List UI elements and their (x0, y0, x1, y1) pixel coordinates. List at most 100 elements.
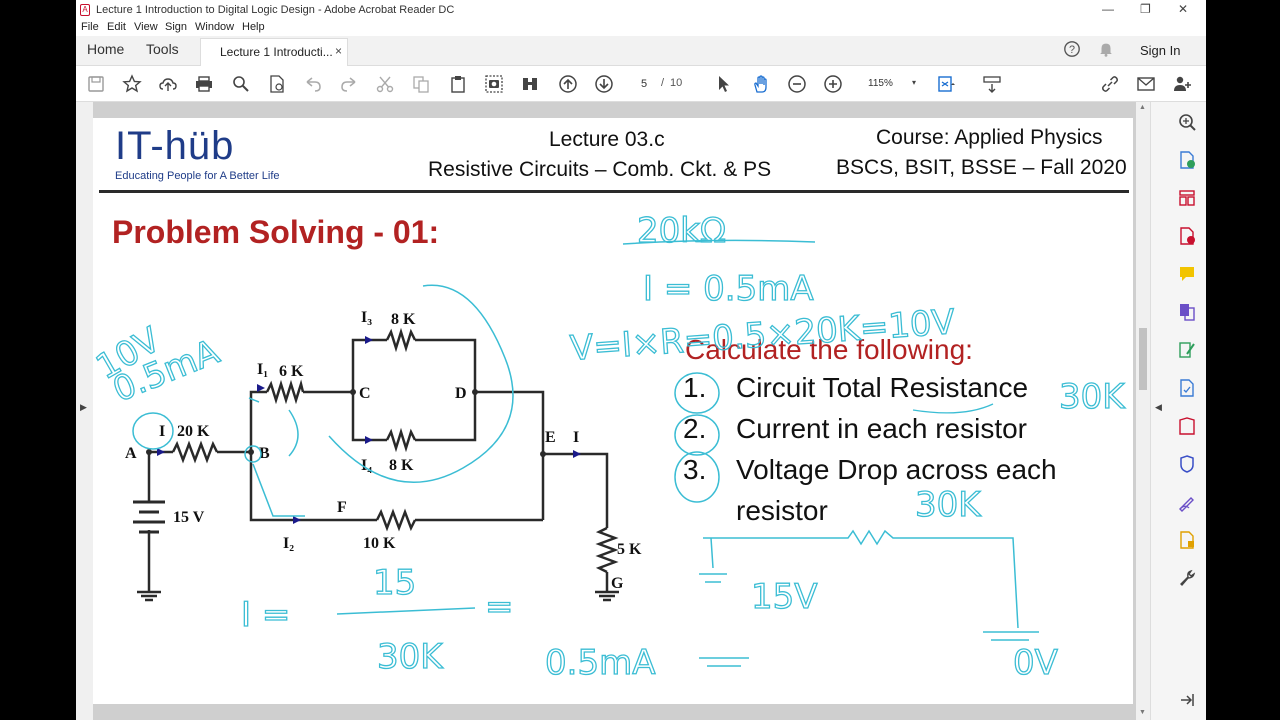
label-v15: 15 V (173, 509, 205, 526)
fit-page-icon[interactable] (936, 74, 956, 94)
acrobat-logo-icon: A (80, 4, 90, 16)
window-title: Lecture 1 Introduction to Digital Logic … (96, 4, 455, 16)
search-zoom-icon[interactable] (1177, 112, 1197, 132)
label-r5: 5 K (617, 541, 642, 558)
copy-icon[interactable] (411, 74, 431, 94)
more-tools-icon[interactable] (1177, 530, 1197, 550)
vertical-scrollbar[interactable]: ▲ ▼ (1136, 102, 1150, 720)
tab-tools[interactable]: Tools (146, 41, 179, 57)
menu-file[interactable]: File (81, 21, 99, 33)
calculate-heading: Calculate the following: (685, 334, 973, 365)
main-toolbar: / 10 115% ▾ (76, 66, 1206, 102)
menu-edit[interactable]: Edit (107, 21, 126, 33)
course-title: Course: Applied Physics (876, 126, 1103, 149)
label-r10: 10 K (363, 535, 396, 552)
upload-icon[interactable] (158, 74, 178, 94)
list-text: Voltage Drop across each (736, 454, 1057, 485)
print-icon[interactable] (194, 74, 214, 94)
list-text: Circuit Total Resistance (736, 372, 1029, 403)
find-icon[interactable] (231, 74, 251, 94)
comment-icon[interactable] (1177, 264, 1197, 284)
zoom-out-icon[interactable] (787, 74, 807, 94)
protect-icon[interactable] (1177, 416, 1197, 436)
undo-icon[interactable] (303, 74, 323, 94)
label-node-g: G (611, 575, 624, 592)
menu-view[interactable]: View (134, 21, 158, 33)
list-number: 3. (683, 454, 707, 485)
compare-icon[interactable] (520, 74, 540, 94)
page-up-icon[interactable] (558, 74, 578, 94)
sign-icon[interactable] (1177, 454, 1197, 474)
svg-text:?: ? (1069, 44, 1075, 56)
create-pdf-icon[interactable] (1177, 226, 1197, 246)
page-down-icon[interactable] (594, 74, 614, 94)
label-i4: I₄ (361, 457, 372, 474)
email-icon[interactable] (1136, 74, 1156, 94)
list-text: Current in each resistor (736, 413, 1028, 444)
list-item: 3. Voltage Drop across each (683, 454, 1123, 495)
page-total: 10 (670, 77, 683, 89)
label-node-b: B (259, 445, 270, 462)
handwriting-0v: 0V (1013, 643, 1058, 683)
left-pane-toggle[interactable]: ▶ (76, 102, 93, 720)
scrollbar-thumb[interactable] (1139, 328, 1147, 390)
tab-bar: Home Tools Lecture 1 Introducti... × ? S… (76, 36, 1206, 66)
page-number-input[interactable] (629, 74, 659, 94)
handwriting-15v: 15V (751, 577, 818, 617)
scroll-down-icon[interactable]: ▼ (1139, 709, 1146, 716)
title-bar: A Lecture 1 Introduction to Digital Logi… (76, 0, 1206, 20)
scan-icon[interactable] (267, 74, 287, 94)
combine-icon[interactable] (1177, 302, 1197, 322)
handwriting-i-frac-result: 0.5mA (545, 643, 655, 683)
scroll-icon[interactable] (982, 74, 1002, 94)
expand-icon[interactable] (1177, 690, 1197, 710)
edit-pdf-icon[interactable] (1177, 340, 1197, 360)
label-node-a: A (125, 445, 137, 462)
hand-icon[interactable] (751, 74, 771, 94)
save-icon[interactable] (86, 74, 106, 94)
fill-sign-icon[interactable] (1177, 378, 1197, 398)
list-item: 1. Circuit Total Resistance (683, 372, 1123, 413)
collapse-panel-icon[interactable]: ◀ (1155, 402, 1162, 413)
menu-help[interactable]: Help (242, 21, 265, 33)
organize-pages-icon[interactable] (1177, 188, 1197, 208)
menu-sign[interactable]: Sign (165, 21, 187, 33)
restore-button[interactable]: ❐ (1140, 2, 1151, 16)
tab-document[interactable]: Lecture 1 Introducti... × (200, 38, 348, 66)
zoom-in-icon[interactable] (823, 74, 843, 94)
close-tab-button[interactable]: × (335, 44, 342, 58)
zoom-select[interactable]: 115% ▾ (862, 75, 920, 93)
scroll-up-icon[interactable]: ▲ (1139, 104, 1146, 111)
tools-wrench-icon[interactable] (1177, 568, 1197, 588)
redo-icon[interactable] (339, 74, 359, 94)
handwriting-20kohm: 20kΩ (637, 211, 726, 251)
menu-window[interactable]: Window (195, 21, 234, 33)
menu-bar: File Edit View Sign Window Help (76, 20, 1206, 36)
snapshot-icon[interactable] (484, 74, 504, 94)
chevron-right-icon[interactable]: ▶ (80, 402, 87, 413)
cut-icon[interactable] (375, 74, 395, 94)
notification-bell-icon[interactable] (1097, 40, 1115, 58)
task-list: 1. Circuit Total Resistance 2. Current in … (683, 372, 1123, 536)
document-tab-label: Lecture 1 Introducti... (220, 45, 333, 59)
label-ie: I (573, 429, 579, 446)
list-number: 2. (683, 413, 707, 444)
lecture-subtitle: Resistive Circuits – Comb. Ckt. & PS (428, 158, 772, 181)
minimize-button[interactable]: — (1102, 2, 1114, 16)
sign-in-button[interactable]: Sign In (1140, 43, 1180, 58)
select-icon[interactable] (714, 74, 734, 94)
scan-ocr-icon[interactable] (1177, 492, 1197, 512)
zoom-value: 115% (868, 78, 893, 89)
share-link-icon[interactable] (1100, 74, 1120, 94)
paste-icon[interactable] (448, 74, 468, 94)
bookmark-star-icon[interactable] (122, 74, 142, 94)
help-icon[interactable]: ? (1063, 40, 1081, 58)
export-pdf-icon[interactable] (1177, 150, 1197, 170)
close-window-button[interactable]: ✕ (1178, 2, 1188, 16)
label-node-d: D (455, 385, 467, 402)
page-separator: / (661, 77, 665, 89)
chevron-down-icon: ▾ (911, 78, 916, 87)
header-divider (99, 190, 1129, 193)
tab-home[interactable]: Home (87, 41, 124, 57)
add-user-icon[interactable] (1172, 74, 1192, 94)
